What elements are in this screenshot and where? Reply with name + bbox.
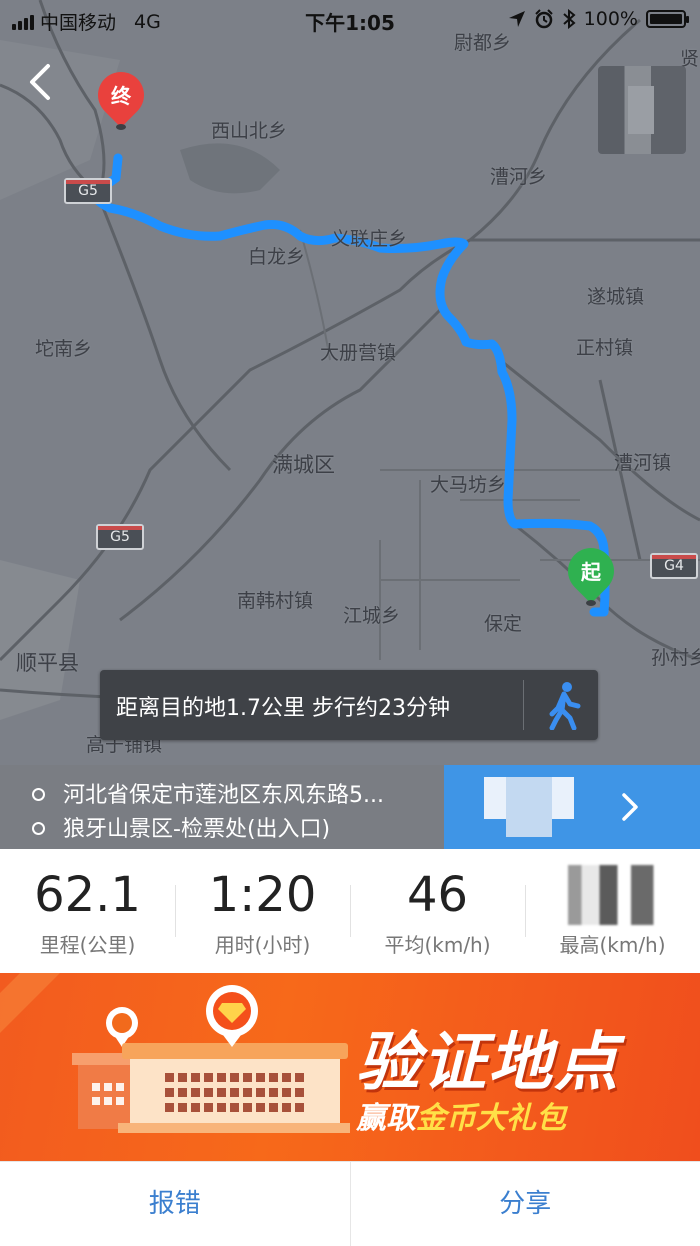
trip-stats: 62.1 里程(公里) 1:20 用时(小时) 46 平均(km/h) 最高(k… — [0, 849, 700, 973]
stat-average-speed: 46 平均(km/h) — [350, 849, 525, 973]
navigation-info-bubble: 距离目的地1.7公里 步行约23分钟 — [100, 670, 598, 740]
building-illustration — [0, 973, 360, 1161]
start-marker[interactable]: 起 — [568, 548, 614, 606]
user-avatar[interactable] — [598, 66, 686, 154]
stat-distance: 62.1 里程(公里) — [0, 849, 175, 973]
destination-address-row: 狼牙山景区-检票处(出入口) — [32, 811, 330, 843]
distance-info-text: 距离目的地1.7公里 步行约23分钟 — [116, 690, 450, 722]
promo-banner[interactable]: 验证地点 赢取金币大礼包 — [0, 973, 700, 1161]
stat-label: 用时(小时) — [175, 929, 350, 958]
walk-navigation-button[interactable] — [540, 680, 590, 730]
banner-title: 验证地点 — [356, 1011, 620, 1103]
back-button[interactable] — [22, 62, 62, 102]
map-view[interactable]: 尉都乡 西山北乡 漕河乡 义联庄乡 白龙乡 遂城镇 坨南乡 大册营镇 正村镇 满… — [0, 0, 700, 765]
map-label: 坨南乡 — [35, 334, 92, 361]
map-label: 南韩村镇 — [237, 586, 313, 613]
stat-value: 1:20 — [175, 865, 350, 925]
map-label: 正村镇 — [576, 333, 633, 360]
banner-subtitle-highlight: 金币大礼包 — [416, 1101, 566, 1136]
end-marker-label: 终 — [98, 80, 144, 109]
stat-value-blurred — [568, 865, 658, 925]
highway-shield: G5 — [64, 178, 112, 204]
start-marker-label: 起 — [568, 556, 614, 585]
bluetooth-icon — [562, 9, 576, 29]
stat-duration: 1:20 用时(小时) — [175, 849, 350, 973]
highway-shield: G5 — [96, 524, 144, 550]
destination-address: 狼牙山景区-检票处(出入口) — [63, 817, 330, 842]
map-label: 漕河乡 — [490, 162, 547, 189]
stat-label: 平均(km/h) — [350, 929, 525, 958]
route-address-panel[interactable]: 河北省保定市莲池区东风东路5... 狼牙山景区-检票处(出入口) — [0, 765, 700, 849]
stat-label: 最高(km/h) — [525, 929, 700, 958]
map-label: 白龙乡 — [248, 242, 305, 269]
stat-label: 里程(公里) — [0, 929, 175, 958]
map-label: 江城乡 — [343, 601, 400, 628]
stat-max-speed: 最高(km/h) — [525, 849, 700, 973]
blurred-content — [506, 777, 552, 837]
stat-value: 62.1 — [0, 865, 175, 925]
share-button[interactable]: 分享 — [351, 1162, 700, 1246]
stat-value: 46 — [350, 865, 525, 925]
map-label: 孙村乡 — [651, 643, 700, 670]
map-label: 西山北乡 — [211, 116, 287, 143]
back-arrow-icon — [22, 62, 62, 102]
highway-shield: G4 — [650, 553, 698, 579]
map-label: 遂城镇 — [587, 282, 644, 309]
start-dot — [586, 600, 596, 606]
map-label: 大册营镇 — [320, 338, 396, 365]
battery-percent: 100% — [584, 8, 638, 30]
route-detail-button[interactable] — [444, 765, 700, 849]
divider — [523, 680, 524, 730]
bottom-action-bar: 报错 分享 — [0, 1161, 700, 1246]
battery-icon — [646, 10, 686, 28]
alarm-icon — [534, 9, 554, 29]
map-label: 保定 — [484, 609, 522, 636]
origin-address-row: 河北省保定市莲池区东风东路5... — [32, 777, 384, 809]
chevron-right-icon — [616, 791, 644, 823]
map-label: 顺平县 — [16, 647, 79, 677]
origin-bullet-icon — [32, 788, 45, 801]
map-label: 大马坊乡 — [430, 470, 506, 497]
end-dot — [116, 124, 126, 130]
banner-subtitle-prefix: 赢取 — [356, 1101, 416, 1136]
map-label: 漕河镇 — [614, 448, 671, 475]
end-marker[interactable]: 终 — [98, 72, 144, 130]
walking-person-icon — [540, 680, 590, 730]
location-arrow-icon — [508, 10, 526, 28]
destination-bullet-icon — [32, 822, 45, 835]
map-label: 义联庄乡 — [331, 224, 407, 251]
map-label: 满城区 — [272, 449, 335, 479]
report-error-button[interactable]: 报错 — [0, 1162, 350, 1246]
status-bar: 中国移动 4G 下午1:05 100% — [0, 0, 700, 38]
banner-subtitle: 赢取金币大礼包 — [356, 1093, 566, 1137]
origin-address: 河北省保定市莲池区东风东路5... — [63, 783, 384, 808]
